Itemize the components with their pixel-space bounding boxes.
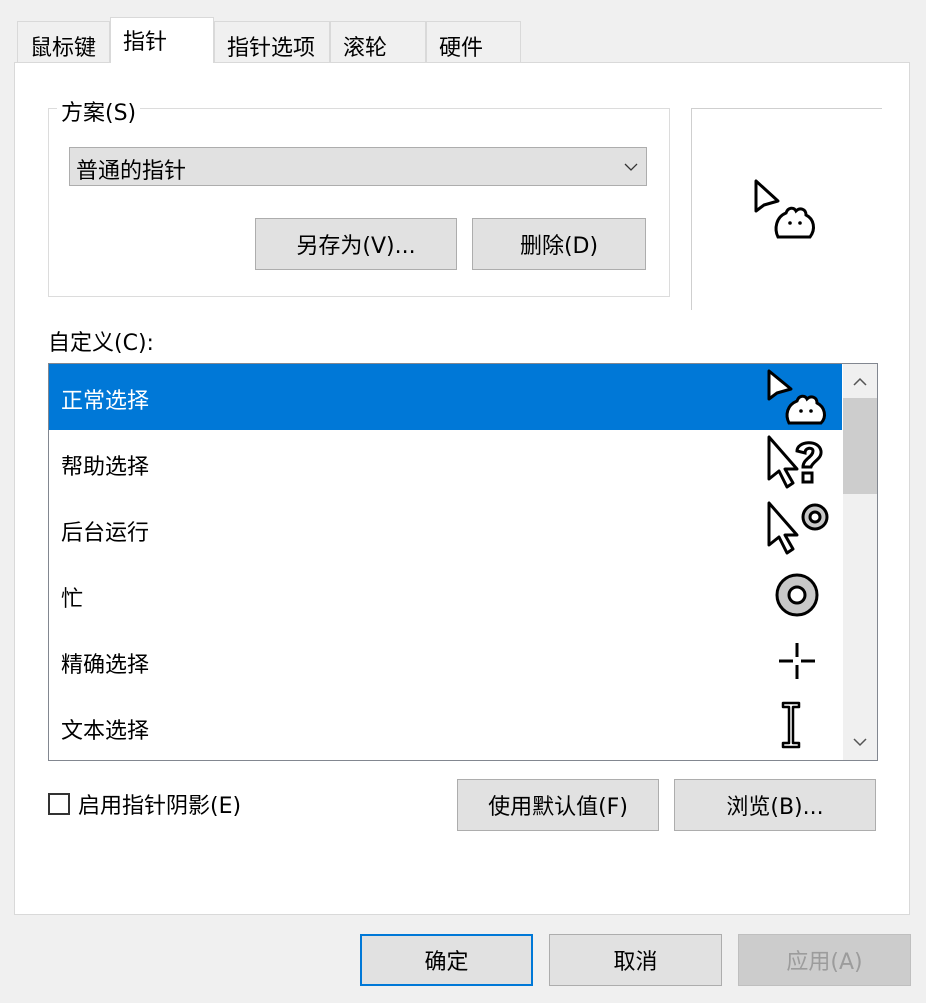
customize-label: 自定义(C): [48,331,154,356]
tab-hardware[interactable]: 硬件 [426,21,521,62]
checkbox-box[interactable] [48,793,70,815]
tab-label: 硬件 [439,36,484,61]
tab-label: 鼠标键 [30,36,97,61]
save-as-button[interactable]: 另存为(V)... [255,218,457,270]
scheme-legend: 方案(S) [57,95,141,127]
ok-label: 确定 [424,950,469,975]
checkbox-label: 启用指针阴影(E) [78,794,242,819]
list-item-label: 忙 [61,587,84,612]
list-item[interactable]: 帮助选择 [49,430,842,496]
cancel-label: 取消 [613,950,658,975]
cursor-preview [691,108,882,310]
help-cursor-icon [767,435,823,489]
cancel-button[interactable]: 取消 [549,934,722,986]
save-as-label: 另存为(V)... [296,234,416,259]
crosshair-cursor-icon [779,643,815,679]
scrollbar-thumb[interactable] [843,398,877,494]
list-item[interactable]: 精确选择 [49,628,842,694]
list-item[interactable]: 忙 [49,562,842,628]
pointer-shadow-checkbox[interactable]: 启用指针阴影(E) [48,788,241,820]
cursor-list[interactable]: 正常选择 帮助选择 后台运行 忙 精确选择 文本选择 [48,363,878,761]
chevron-down-icon [624,163,638,171]
tab-label: 指针 [123,30,168,55]
apply-button: 应用(A) [738,934,911,986]
scheme-dropdown[interactable]: 普通的指针 [69,147,647,186]
use-default-button[interactable]: 使用默认值(F) [457,779,659,831]
list-item-label: 后台运行 [61,521,150,546]
ibeam-cursor-icon [781,701,801,749]
chevron-up-icon[interactable] [853,376,867,388]
list-item-label: 文本选择 [61,719,150,744]
apply-label: 应用(A) [786,950,863,975]
use-default-label: 使用默认值(F) [488,795,628,820]
tab-pointers[interactable]: 指针 [110,17,214,63]
tab-label: 指针选项 [227,36,316,61]
browse-label: 浏览(B)... [726,795,824,820]
tab-wheel[interactable]: 滚轮 [330,21,426,62]
hamster-arrow-cursor-icon [767,369,826,425]
hamster-arrow-cursor-icon [754,179,815,239]
list-item-label: 正常选择 [61,389,150,414]
chevron-down-icon[interactable] [853,736,867,748]
list-scrollbar[interactable] [843,364,877,760]
list-item[interactable]: 文本选择 [49,694,842,760]
list-item-label: 帮助选择 [61,455,150,480]
scheme-group: 方案(S) 普通的指针 另存为(V)... 删除(D) [48,95,670,297]
tab-mouse-buttons[interactable]: 鼠标键 [17,21,110,62]
list-item[interactable]: 后台运行 [49,496,842,562]
ok-button[interactable]: 确定 [360,934,533,986]
list-item-label: 精确选择 [61,653,150,678]
tab-panel: 方案(S) 普通的指针 另存为(V)... 删除(D) 自定义(C): 正常选择… [14,62,910,915]
delete-button[interactable]: 删除(D) [472,218,646,270]
working-in-background-cursor-icon [767,501,829,555]
delete-label: 删除(D) [519,234,599,259]
tab-strip: 鼠标键 指针 指针选项 滚轮 硬件 [17,17,521,63]
tab-pointer-options[interactable]: 指针选项 [214,21,330,62]
scheme-dropdown-value: 普通的指针 [76,159,187,184]
browse-button[interactable]: 浏览(B)... [674,779,876,831]
tab-label: 滚轮 [343,36,388,61]
list-item[interactable]: 正常选择 [49,364,842,430]
busy-cursor-icon [775,573,819,617]
